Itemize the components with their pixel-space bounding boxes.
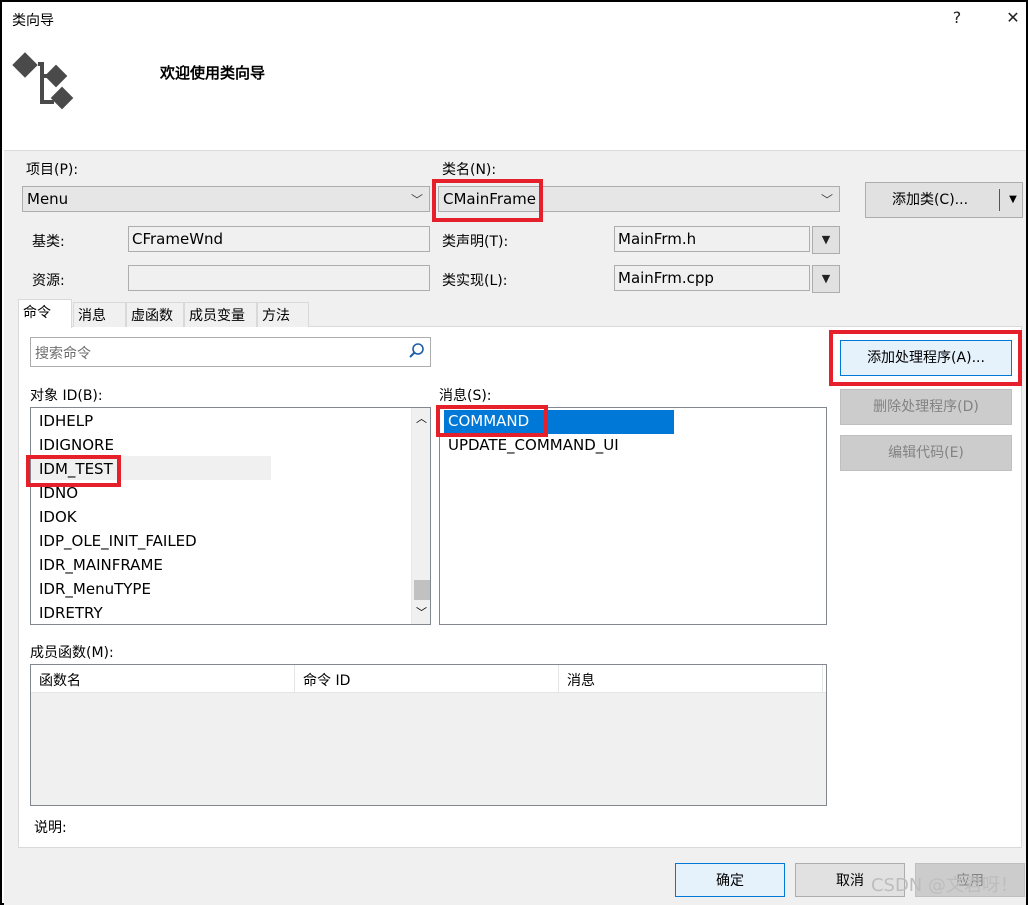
member-functions-table[interactable]: 函数名 命令 ID 消息 [30, 664, 827, 806]
scroll-thumb[interactable] [414, 580, 430, 600]
column-header-message[interactable]: 消息 [559, 665, 823, 693]
table-header: 函数名 命令 ID 消息 [31, 665, 826, 693]
class-wizard-icon [10, 42, 80, 112]
add-handler-highlight [829, 330, 1022, 386]
object-id-scrollbar[interactable]: ︿ ﹀ [411, 408, 430, 624]
scroll-down-icon[interactable]: ﹀ [416, 604, 427, 620]
search-placeholder: 搜索命令 [35, 346, 91, 362]
list-item[interactable]: IDOK [39, 508, 77, 526]
class-name-highlight [432, 179, 543, 222]
list-item[interactable]: IDR_MAINFRAME [39, 556, 163, 574]
class-impl-field[interactable]: MainFrm.cpp [614, 265, 810, 291]
project-label: 项目(P): [26, 162, 79, 178]
list-item[interactable]: IDR_MenuTYPE [39, 580, 151, 598]
messages-highlight [436, 405, 548, 437]
scroll-up-icon[interactable]: ︿ [416, 410, 427, 426]
member-functions-label: 成员函数(M): [30, 645, 114, 661]
watermark-text: CSDN @文君呀！ [870, 875, 1018, 896]
object-id-highlight [26, 455, 121, 487]
messages-label: 消息(S): [439, 388, 492, 404]
class-impl-label: 类实现(L): [442, 273, 508, 289]
header-title: 欢迎使用类向导 [160, 64, 266, 82]
add-class-label: 添加类(C)... [891, 192, 969, 208]
tab-commands[interactable]: 命令 [18, 299, 72, 328]
delete-handler-button[interactable]: 删除处理程序(D) [840, 389, 1012, 425]
close-button[interactable]: ✕ [998, 8, 1028, 27]
resource-label: 资源: [32, 273, 65, 289]
tab-virtual-functions[interactable]: 虚函数 [126, 302, 184, 327]
base-class-label: 基类: [32, 234, 65, 250]
class-impl-dropdown-icon[interactable]: ▼ [812, 265, 840, 293]
column-header-function-name[interactable]: 函数名 [31, 665, 295, 693]
class-decl-dropdown-icon[interactable]: ▼ [812, 226, 840, 254]
add-class-button[interactable]: 添加类(C)... ▼ [865, 182, 1023, 218]
class-decl-field[interactable]: MainFrm.h [614, 226, 810, 252]
search-icon[interactable] [408, 342, 426, 364]
list-item[interactable]: IDHELP [39, 412, 93, 430]
tab-member-variables[interactable]: 成员变量 [184, 302, 257, 327]
list-item[interactable]: IDRETRY [39, 604, 103, 622]
search-input[interactable]: 搜索命令 [30, 337, 431, 367]
edit-code-button[interactable]: 编辑代码(E) [840, 435, 1012, 471]
base-class-field: CFrameWnd [128, 226, 430, 252]
messages-list[interactable]: COMMAND UPDATE_COMMAND_UI [439, 407, 827, 625]
resource-field [128, 265, 430, 291]
help-button[interactable]: ? [942, 8, 972, 27]
split-divider [999, 189, 1000, 211]
description-label: 说明: [34, 820, 67, 836]
list-item[interactable]: IDIGNORE [39, 436, 114, 454]
window-title: 类向导 [12, 13, 54, 29]
class-wizard-dialog: 类向导 ? ✕ 欢迎使用类向导 项目(P): Menu ﹀ 类名(N): CMa… [0, 0, 1028, 905]
tab-methods[interactable]: 方法 [257, 302, 309, 327]
column-header-command-id[interactable]: 命令 ID [295, 665, 559, 693]
list-item[interactable]: UPDATE_COMMAND_UI [448, 436, 619, 454]
chevron-down-icon: ﹀ [410, 193, 423, 207]
class-decl-label: 类声明(T): [442, 234, 509, 250]
list-item[interactable]: IDP_OLE_INIT_FAILED [39, 532, 197, 550]
object-id-list[interactable]: IDHELP IDIGNORE IDM_TEST IDNO IDOK IDP_O… [30, 407, 431, 625]
object-id-label: 对象 ID(B): [30, 388, 103, 404]
dropdown-arrow-icon[interactable]: ▼ [1004, 183, 1022, 217]
tab-messages[interactable]: 消息 [73, 302, 126, 327]
project-combo[interactable]: Menu ﹀ [22, 186, 430, 212]
ok-button[interactable]: 确定 [675, 863, 785, 897]
class-name-label: 类名(N): [442, 162, 497, 178]
project-value: Menu [27, 190, 69, 208]
chevron-down-icon: ﹀ [820, 193, 833, 207]
